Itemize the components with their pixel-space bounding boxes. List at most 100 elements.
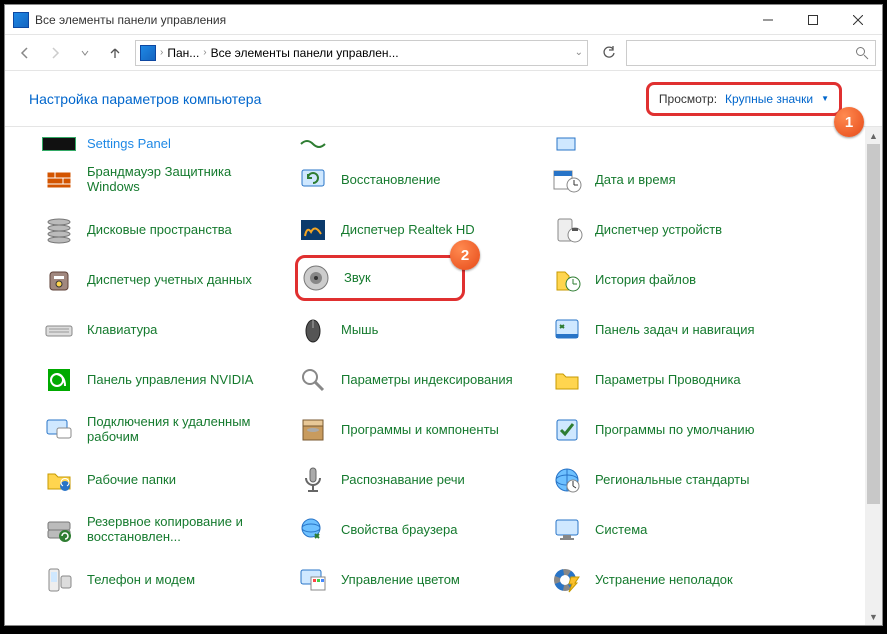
window-title: Все элементы панели управления <box>35 13 745 27</box>
titlebar: Все элементы панели управления <box>5 5 882 35</box>
list-item[interactable]: Резервное копирование и восстановлен... <box>41 505 295 555</box>
chevron-right-icon[interactable]: › <box>203 47 206 58</box>
close-button[interactable] <box>835 6 880 34</box>
list-item[interactable]: Панель задач и навигация <box>549 305 803 355</box>
list-item[interactable]: Региональные стандарты <box>549 455 803 505</box>
speech-icon <box>295 462 331 498</box>
item-label: Управление цветом <box>341 573 460 588</box>
scroll-up-icon[interactable]: ▲ <box>865 127 882 144</box>
list-item[interactable]: Программы и компоненты <box>295 405 549 455</box>
control-panel-icon <box>140 45 156 61</box>
breadcrumb[interactable]: Пан... <box>167 46 199 60</box>
item-label: Восстановление <box>341 173 440 188</box>
remote-icon <box>41 412 77 448</box>
view-value: Крупные значки <box>725 92 813 106</box>
list-item[interactable]: Панель управления NVIDIA <box>41 355 295 405</box>
view-dropdown[interactable]: Просмотр: Крупные значки ▼ <box>646 82 842 116</box>
item-label: Диспетчер учетных данных <box>87 273 252 288</box>
item-label: Дата и время <box>595 173 676 188</box>
trouble-icon <box>549 562 585 598</box>
item-label: Диспетчер устройств <box>595 223 722 238</box>
view-label: Просмотр: <box>659 92 717 106</box>
list-item[interactable]: Дата и время <box>549 155 803 205</box>
list-item[interactable]: Диспетчер устройств <box>549 205 803 255</box>
generic-icon <box>41 134 77 154</box>
mouse-icon <box>295 312 331 348</box>
nvidia-icon <box>41 362 77 398</box>
list-item[interactable]: Телефон и модем <box>41 555 295 605</box>
history-icon <box>549 262 585 298</box>
taskbar-icon <box>549 312 585 348</box>
list-item[interactable]: Клавиатура <box>41 305 295 355</box>
workdirs-icon <box>41 462 77 498</box>
region-icon <box>549 462 585 498</box>
list-item[interactable]: Settings Panel <box>41 133 295 155</box>
search-input[interactable] <box>626 40 876 66</box>
item-label: Телефон и модем <box>87 573 195 588</box>
list-item[interactable]: История файлов <box>549 255 803 305</box>
up-button[interactable] <box>101 39 129 67</box>
item-label: Дисковые пространства <box>87 223 232 238</box>
item-label: История файлов <box>595 273 696 288</box>
phone-icon <box>41 562 77 598</box>
list-item[interactable]: Параметры индексирования <box>295 355 549 405</box>
list-item[interactable]: Свойства браузера <box>295 505 549 555</box>
scrollbar[interactable]: ▲ ▼ <box>865 127 882 625</box>
generic-icon <box>549 134 585 154</box>
page-title: Настройка параметров компьютера <box>29 91 261 107</box>
list-item[interactable] <box>295 133 549 155</box>
list-item[interactable]: Подключения к удаленным рабочим <box>41 405 295 455</box>
chevron-down-icon: ▼ <box>821 94 829 103</box>
refresh-button[interactable] <box>594 40 624 66</box>
firewall-icon <box>41 162 77 198</box>
item-label: Устранение неполадок <box>595 573 733 588</box>
item-label: Резервное копирование и восстановлен... <box>87 515 287 545</box>
item-label: Система <box>595 523 647 538</box>
devices-icon <box>549 212 585 248</box>
list-item[interactable]: Диспетчер учетных данных <box>41 255 295 305</box>
list-item[interactable]: Восстановление <box>295 155 549 205</box>
breadcrumb[interactable]: Все элементы панели управлен... <box>211 46 399 60</box>
item-label: Распознавание речи <box>341 473 465 488</box>
keyboard-icon <box>41 312 77 348</box>
item-label: Свойства браузера <box>341 523 457 538</box>
list-item[interactable]: Параметры Проводника <box>549 355 803 405</box>
back-button[interactable] <box>11 39 39 67</box>
list-item[interactable]: Мышь <box>295 305 549 355</box>
scroll-thumb[interactable] <box>867 144 880 504</box>
list-item[interactable]: Устранение неполадок <box>549 555 803 605</box>
sound-icon <box>298 260 334 296</box>
list-item[interactable]: Диспетчер Realtek HD <box>295 205 549 255</box>
disks-icon <box>41 212 77 248</box>
scroll-down-icon[interactable]: ▼ <box>865 608 882 625</box>
item-label: Клавиатура <box>87 323 157 338</box>
list-item[interactable]: Дисковые пространства <box>41 205 295 255</box>
list-item[interactable]: Распознавание речи <box>295 455 549 505</box>
maximize-button[interactable] <box>790 6 835 34</box>
subheader: Настройка параметров компьютера Просмотр… <box>5 71 882 127</box>
minimize-button[interactable] <box>745 6 790 34</box>
list-item[interactable]: Звук2 <box>295 255 465 301</box>
item-label: Мышь <box>341 323 378 338</box>
explorer-icon <box>549 362 585 398</box>
address-bar[interactable]: › Пан... › Все элементы панели управлен.… <box>135 40 588 66</box>
color-icon <box>295 562 331 598</box>
chevron-down-icon[interactable]: ⌄ <box>575 47 583 58</box>
list-item[interactable] <box>549 133 803 155</box>
list-item[interactable]: Управление цветом <box>295 555 549 605</box>
system-icon <box>549 512 585 548</box>
forward-button[interactable] <box>41 39 69 67</box>
list-item[interactable]: Брандмауэр Защитника Windows <box>41 155 295 205</box>
chevron-right-icon[interactable]: › <box>160 47 163 58</box>
creds-icon <box>41 262 77 298</box>
inet-icon <box>295 512 331 548</box>
recent-dropdown[interactable] <box>71 39 99 67</box>
item-label: Рабочие папки <box>87 473 176 488</box>
datetime-icon <box>549 162 585 198</box>
list-item[interactable]: Рабочие папки <box>41 455 295 505</box>
list-item[interactable]: Программы по умолчанию <box>549 405 803 455</box>
item-label: Региональные стандарты <box>595 473 749 488</box>
list-item[interactable]: Система <box>549 505 803 555</box>
item-label: Settings Panel <box>87 137 171 152</box>
realtek-icon <box>295 212 331 248</box>
